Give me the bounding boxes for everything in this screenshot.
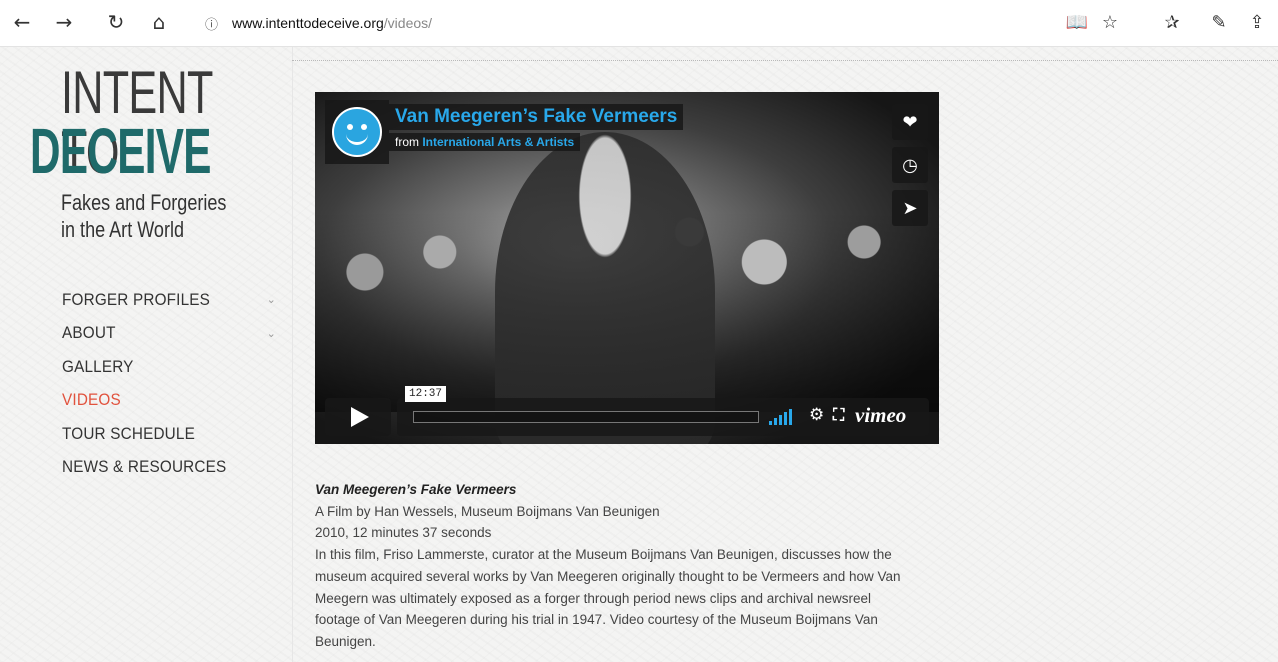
reading-view-icon[interactable]: 📖	[1063, 8, 1091, 36]
menu-item-forger-profiles[interactable]: FORGER PROFILES ⌄	[62, 283, 282, 317]
menu-item-label: NEWS & RESOURCES	[62, 457, 227, 477]
fullscreen-icon[interactable]: ⛶	[833, 405, 844, 425]
menu-item-label: GALLERY	[62, 356, 134, 376]
byline-org-link[interactable]: International Arts & Artists	[422, 135, 574, 149]
menu-item-label: ABOUT	[62, 323, 116, 343]
logo-subtitle-line-1: Fakes and Forgeries	[61, 190, 227, 215]
browser-toolbar: ← → ↻ ⌂ ⓘ www.intenttodeceive.org/videos…	[0, 0, 1278, 47]
like-heart-icon[interactable]: ❤	[892, 104, 928, 140]
logo-subtitle: Fakes and Forgeries in the Art World	[61, 189, 226, 243]
forward-arrow-icon[interactable]: →	[50, 8, 78, 36]
chevron-down-icon[interactable]: ⌄	[267, 293, 276, 306]
url-host: www.intenttodeceive.org	[232, 15, 384, 31]
video-description: Van Meegeren’s Fake Vermeers A Film by H…	[315, 479, 915, 653]
control-bar: ⚙ ⛶ vimeo	[397, 398, 929, 436]
player-controls: ⚙ ⛶ vimeo 12:37	[325, 386, 929, 436]
video-title-link[interactable]: Van Meegeren’s Fake Vermeers	[389, 104, 684, 130]
menu-item-tour-schedule[interactable]: TOUR SCHEDULE	[62, 417, 282, 451]
menu-item-videos[interactable]: VIDEOS	[62, 384, 282, 418]
menu-item-gallery[interactable]: GALLERY	[62, 350, 282, 384]
watch-later-clock-icon[interactable]: ◷	[892, 147, 928, 183]
menu-item-label: FORGER PROFILES	[62, 289, 211, 309]
pen-icon[interactable]: ✎	[1205, 8, 1233, 36]
main-menu: FORGER PROFILES ⌄ ABOUT ⌄ GALLERY VIDEOS…	[62, 283, 282, 484]
favorite-star-icon[interactable]: ☆	[1096, 8, 1124, 36]
timecode: 12:37	[405, 386, 447, 402]
back-arrow-icon[interactable]: ←	[8, 8, 36, 36]
logo-line-2: DECEIVE	[30, 115, 211, 187]
byline-prefix: from	[395, 135, 419, 149]
page: INTENT TO DECEIVE Fakes and Forgeries in…	[0, 47, 1278, 662]
share-icon[interactable]: ⇪	[1243, 8, 1271, 36]
description-body: In this film, Friso Lammerste, curator a…	[315, 547, 901, 649]
address-bar[interactable]: ⓘ www.intenttodeceive.org/videos/	[205, 8, 1035, 38]
divider	[292, 60, 1278, 61]
menu-item-label: VIDEOS	[62, 390, 121, 410]
description-title: Van Meegeren’s Fake Vermeers	[315, 482, 517, 497]
menu-item-about[interactable]: ABOUT ⌄	[62, 317, 282, 351]
share-paper-plane-icon[interactable]: ➤	[892, 190, 928, 226]
site-info-icon[interactable]: ⓘ	[205, 14, 218, 33]
volume-bars-icon[interactable]	[769, 409, 792, 425]
video-byline: from International Arts & Artists	[389, 133, 581, 151]
menu-item-news-resources[interactable]: NEWS & RESOURCES	[62, 451, 282, 485]
url-path: /videos/	[383, 15, 433, 31]
description-credit: A Film by Han Wessels, Museum Boijmans V…	[315, 503, 660, 519]
smiley-icon	[332, 107, 382, 157]
refresh-icon[interactable]: ↻	[102, 8, 130, 36]
sidebar: INTENT TO DECEIVE Fakes and Forgeries in…	[0, 47, 293, 662]
play-icon	[351, 407, 369, 427]
favorites-list-icon[interactable]: ✰	[1158, 8, 1186, 36]
chevron-down-icon[interactable]: ⌄	[267, 327, 276, 340]
home-icon[interactable]: ⌂	[145, 8, 173, 36]
video-player[interactable]: Van Meegeren’s Fake Vermeers from Intern…	[315, 92, 939, 444]
play-button[interactable]	[325, 398, 391, 436]
description-meta: 2010, 12 minutes 37 seconds	[315, 525, 492, 541]
vimeo-logo[interactable]: vimeo	[855, 403, 906, 428]
settings-gear-icon[interactable]: ⚙	[809, 405, 824, 425]
menu-item-label: TOUR SCHEDULE	[62, 423, 195, 443]
progress-bar[interactable]	[413, 411, 759, 423]
logo-subtitle-line-2: in the Art World	[61, 217, 184, 242]
channel-avatar[interactable]	[325, 100, 389, 164]
